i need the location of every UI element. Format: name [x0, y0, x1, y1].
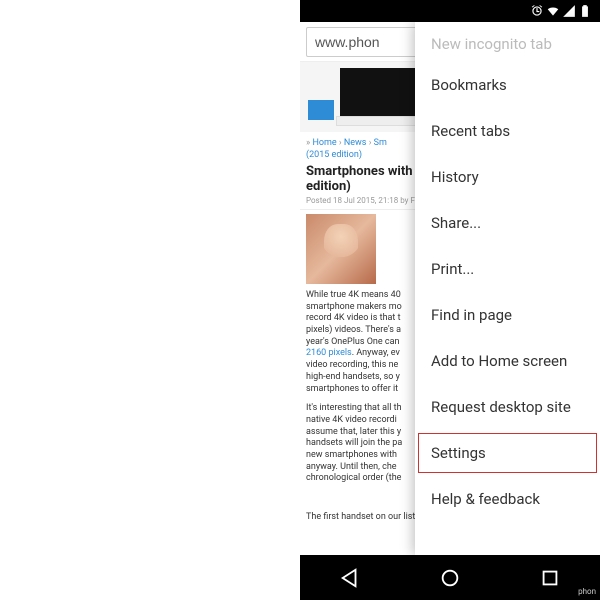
alarm-icon: [530, 4, 544, 18]
menu-history[interactable]: History: [415, 154, 600, 200]
menu-print[interactable]: Print...: [415, 246, 600, 292]
menu-share[interactable]: Share...: [415, 200, 600, 246]
wifi-icon: [546, 4, 560, 18]
status-bar: [300, 0, 600, 22]
nav-recent-icon[interactable]: [539, 567, 561, 589]
menu-settings[interactable]: Settings: [415, 430, 600, 476]
link-2160[interactable]: 2160 pixels: [306, 348, 352, 358]
menu-find-in-page[interactable]: Find in page: [415, 292, 600, 338]
overflow-menu: New incognito tab Bookmarks Recent tabs …: [415, 22, 600, 555]
signal-icon: [562, 4, 576, 18]
crumb-home[interactable]: Home: [312, 138, 336, 148]
crumb-news[interactable]: News: [344, 138, 367, 148]
menu-add-home[interactable]: Add to Home screen: [415, 338, 600, 384]
phone-frame: » Home › News › Sm (2015 edition) Smartp…: [300, 0, 600, 600]
menu-bookmarks[interactable]: Bookmarks: [415, 62, 600, 108]
nav-back-icon[interactable]: [339, 567, 361, 589]
battery-icon: [578, 4, 592, 18]
system-navbar: [300, 555, 600, 600]
menu-request-desktop[interactable]: Request desktop site: [415, 384, 600, 430]
site-logo: [308, 100, 334, 120]
menu-recent-tabs[interactable]: Recent tabs: [415, 108, 600, 154]
menu-help-feedback[interactable]: Help & feedback: [415, 476, 600, 522]
left-blank-area: [0, 0, 300, 600]
nav-home-icon[interactable]: [439, 567, 461, 589]
watermark: phon: [578, 587, 596, 596]
crumb-rest: Sm: [374, 138, 387, 148]
menu-new-incognito[interactable]: New incognito tab: [415, 26, 600, 62]
hero-image[interactable]: [306, 214, 376, 284]
